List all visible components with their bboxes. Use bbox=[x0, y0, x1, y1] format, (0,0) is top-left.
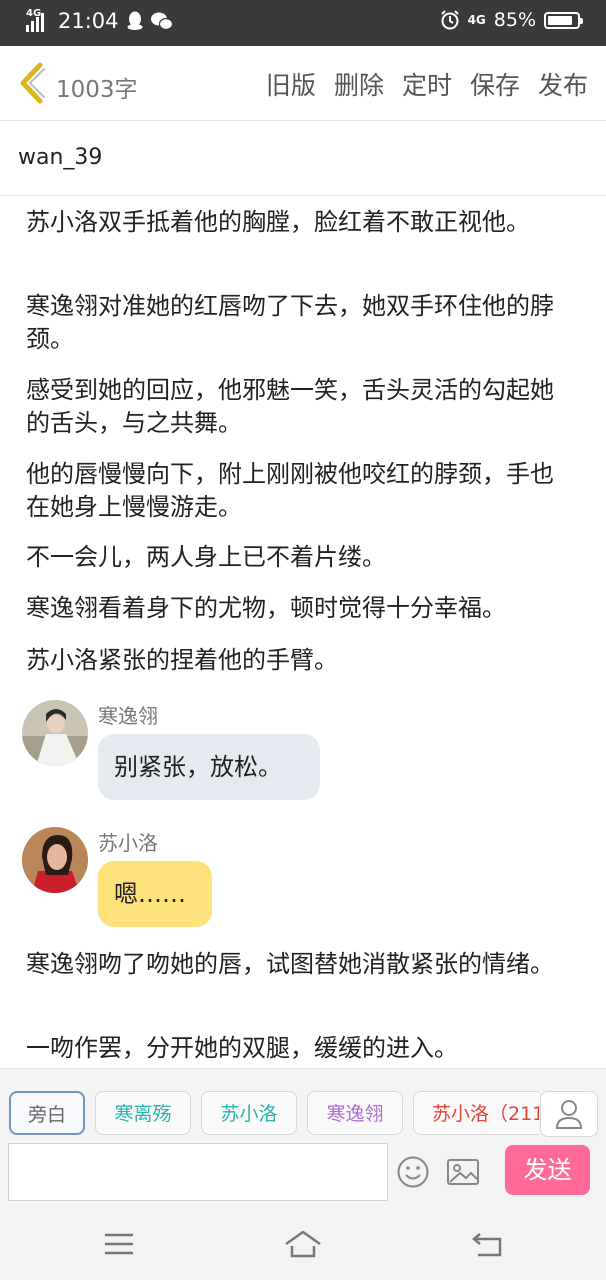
role-chip-narration[interactable]: 旁白 bbox=[9, 1091, 85, 1135]
menu-icon[interactable] bbox=[99, 1228, 139, 1260]
composer-panel: 旁白 寒离殇 苏小洛 寒逸翎 苏小洛（211 发送 bbox=[0, 1068, 606, 1209]
battery-percent: 85% bbox=[493, 9, 536, 31]
author-row: wan_39 bbox=[0, 121, 606, 196]
wechat-icon bbox=[150, 12, 173, 30]
publish-button[interactable]: 发布 bbox=[538, 66, 588, 102]
image-icon[interactable] bbox=[446, 1157, 480, 1187]
schedule-button[interactable]: 定时 bbox=[402, 66, 452, 102]
signal-icon: 4G bbox=[26, 8, 50, 32]
story-content[interactable]: 苏小洛双手抵着他的胸膛，脸红着不敢正视他。 寒逸翎对准她的红唇吻了下去，她双手环… bbox=[0, 196, 606, 1066]
alarm-icon bbox=[440, 10, 459, 30]
delete-button[interactable]: 删除 bbox=[334, 66, 384, 102]
paragraph: 一吻作罢，分开她的双腿，缓缓的进入。 bbox=[26, 1034, 458, 1062]
old-version-button[interactable]: 旧版 bbox=[266, 66, 316, 102]
network-4g: 4G bbox=[467, 13, 486, 27]
paragraph: 寒逸翎对准她的红唇吻了下去，她双手环住他的脖颈。 bbox=[26, 292, 554, 353]
system-nav-bar bbox=[0, 1208, 606, 1280]
paragraph: 寒逸翎吻了吻她的唇，试图替她消散紧张的情绪。 bbox=[26, 950, 554, 978]
add-role-button[interactable] bbox=[540, 1091, 598, 1137]
role-selector: 旁白 寒离殇 苏小洛 寒逸翎 苏小洛（211 bbox=[9, 1091, 539, 1137]
speaker-name: 苏小洛 bbox=[98, 831, 158, 855]
speaker-name: 寒逸翎 bbox=[98, 704, 158, 728]
avatar[interactable] bbox=[22, 827, 88, 893]
paragraph: 他的唇慢慢向下，附上刚刚被他咬红的脖颈，手也在她身上慢慢游走。 bbox=[26, 460, 554, 521]
paragraph: 感受到她的回应，他邪魅一笑，舌头灵活的勾起她的舌头，与之共舞。 bbox=[26, 376, 554, 437]
paragraph: 苏小洛紧张的捏着他的手臂。 bbox=[26, 646, 338, 674]
emoji-icon[interactable] bbox=[396, 1155, 430, 1189]
role-chip[interactable]: 寒逸翎 bbox=[307, 1091, 403, 1135]
status-bar: 4G 21:04 4G 85% bbox=[0, 0, 606, 46]
dialogue-bubble[interactable]: 别紧张，放松。 bbox=[98, 734, 320, 800]
message-input[interactable] bbox=[8, 1143, 388, 1201]
clock: 21:04 bbox=[58, 9, 119, 33]
avatar-image bbox=[22, 700, 88, 766]
send-button[interactable]: 发送 bbox=[505, 1145, 590, 1195]
save-button[interactable]: 保存 bbox=[470, 66, 520, 102]
dialogue-bubble[interactable]: 嗯…… bbox=[98, 861, 212, 927]
qq-icon bbox=[127, 11, 143, 30]
home-icon[interactable] bbox=[283, 1228, 323, 1260]
battery-icon bbox=[544, 11, 583, 29]
paragraph: 寒逸翎看着身下的尤物，顿时觉得十分幸福。 bbox=[26, 594, 506, 622]
avatar-image bbox=[22, 827, 88, 893]
role-chip[interactable]: 寒离殇 bbox=[95, 1091, 191, 1135]
role-chip[interactable]: 苏小洛（211 bbox=[413, 1091, 539, 1135]
back-chevron-icon[interactable] bbox=[14, 60, 50, 106]
author-name: wan_39 bbox=[18, 145, 103, 170]
user-icon bbox=[555, 1100, 583, 1129]
avatar[interactable] bbox=[22, 700, 88, 766]
role-chip[interactable]: 苏小洛 bbox=[201, 1091, 297, 1135]
paragraph: 苏小洛双手抵着他的胸膛，脸红着不敢正视他。 bbox=[26, 208, 530, 236]
header-actions: 旧版 删除 定时 保存 发布 bbox=[266, 66, 588, 102]
paragraph: 不一会儿，两人身上已不着片缕。 bbox=[26, 543, 386, 571]
app-header: 1003字 旧版 删除 定时 保存 发布 bbox=[0, 46, 606, 121]
return-icon[interactable] bbox=[468, 1228, 508, 1260]
word-count: 1003字 bbox=[56, 77, 138, 103]
